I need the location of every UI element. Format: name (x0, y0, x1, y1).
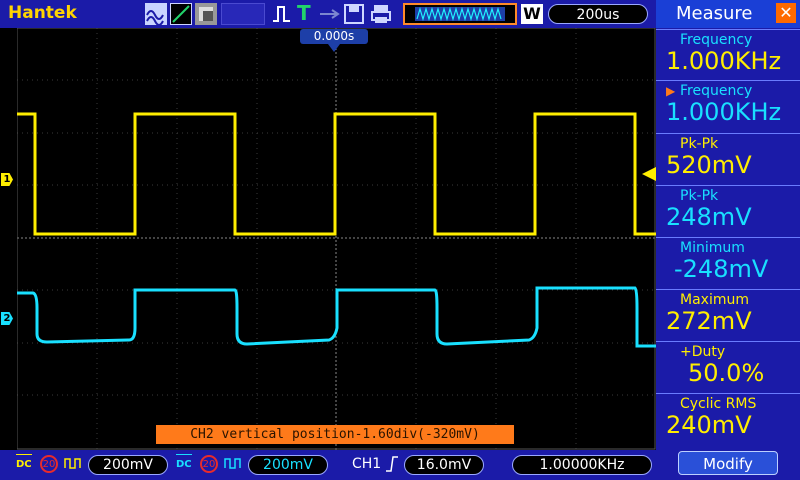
trigger-level-arrow-icon[interactable] (642, 167, 656, 181)
frequency-counter: 1.00000KHz (512, 455, 652, 475)
modify-button[interactable]: Modify (678, 451, 778, 475)
ramp-icon[interactable] (170, 3, 192, 25)
trigger-mode-label[interactable]: T (297, 1, 311, 25)
measure-slot-3[interactable]: Pk-Pk 520mV (656, 133, 800, 183)
measure-value: 520mV (666, 151, 752, 179)
measure-label: Minimum (680, 240, 745, 256)
measure-value: 1.000KHz (666, 98, 782, 126)
measure-slot-1[interactable]: Frequency 1.000KHz (656, 29, 800, 79)
measure-label: Cyclic RMS (680, 396, 757, 412)
timebase-readout[interactable]: 200us (548, 4, 648, 24)
top-toolbar: Hantek T W 200us (0, 0, 656, 28)
save-icon[interactable] (344, 3, 364, 25)
brand-logo: Hantek (8, 3, 77, 23)
trigger-position-arrow-icon (328, 44, 340, 52)
ch1-marker[interactable]: 1 (1, 173, 13, 186)
measure-value: 272mV (666, 307, 752, 335)
ch2-volts-div[interactable]: 200mV (248, 455, 328, 475)
ch1-coupling[interactable]: DC (16, 454, 32, 470)
measure-slot-2[interactable]: ▶ Frequency 1.000KHz (656, 80, 800, 130)
measure-slot-6[interactable]: Maximum 272mV (656, 289, 800, 339)
ch2-bw-limit[interactable]: 20 (200, 455, 218, 473)
measure-slot-5[interactable]: Minimum -248mV (656, 237, 800, 287)
measure-label: Pk-Pk (680, 136, 719, 152)
waveform-graticule (16, 27, 656, 450)
measure-slot-4[interactable]: Pk-Pk 248mV (656, 185, 800, 235)
measure-value: 50.0% (688, 359, 765, 387)
trigger-level[interactable]: 16.0mV (404, 455, 484, 475)
usb-icon (318, 3, 340, 25)
selected-arrow-icon: ▶ (666, 84, 676, 98)
acquire-mode-badge[interactable]: W (521, 4, 543, 24)
bottom-status-bar: DC 20 200mV DC 20 200mV CH1 16.0mV 1.000… (0, 450, 656, 480)
measure-label: +Duty (680, 344, 726, 360)
pulse-trigger-icon[interactable] (272, 3, 292, 25)
waveform-display[interactable] (16, 27, 656, 450)
trigger-source[interactable]: CH1 (352, 456, 381, 472)
ch1-coupling-label: DC (16, 459, 32, 470)
measure-title: Measure (676, 3, 753, 24)
measure-panel-header: Measure ✕ (656, 0, 800, 28)
ch2-coupling-label: DC (176, 459, 192, 470)
persist-icon[interactable] (195, 3, 217, 25)
close-button[interactable]: ✕ (776, 3, 796, 23)
measure-value: 240mV (666, 411, 752, 439)
ch2-probe-icon (224, 456, 244, 474)
measure-label: Maximum (680, 292, 749, 308)
rising-edge-icon (385, 455, 399, 477)
measure-value: 248mV (666, 203, 752, 231)
measure-value: 1.000KHz (666, 47, 782, 75)
measure-label: Frequency (680, 83, 753, 99)
measure-label: Frequency (680, 32, 753, 48)
measure-value: -248mV (674, 255, 769, 283)
status-message: CH2 vertical position-1.60div(-320mV) (156, 425, 514, 444)
waveform-mode-icon[interactable] (145, 3, 167, 26)
measure-panel: Measure ✕ Frequency 1.000KHz ▶ Frequency… (656, 0, 800, 480)
ch2-marker[interactable]: 2 (1, 312, 13, 325)
measure-label: Pk-Pk (680, 188, 719, 204)
ch1-bw-limit[interactable]: 20 (40, 455, 58, 473)
ch2-coupling[interactable]: DC (176, 454, 192, 470)
measure-slot-7[interactable]: +Duty 50.0% (656, 341, 800, 391)
trigger-time-position[interactable]: 0.000s (300, 29, 368, 44)
print-icon[interactable] (370, 3, 394, 25)
memory-depth-indicator (403, 3, 517, 25)
ch1-trace (17, 112, 656, 236)
measure-slot-8[interactable]: Cyclic RMS 240mV (656, 393, 800, 443)
ch1-probe-icon (64, 456, 84, 474)
empty-slot (221, 3, 265, 25)
ch1-volts-div[interactable]: 200mV (88, 455, 168, 475)
